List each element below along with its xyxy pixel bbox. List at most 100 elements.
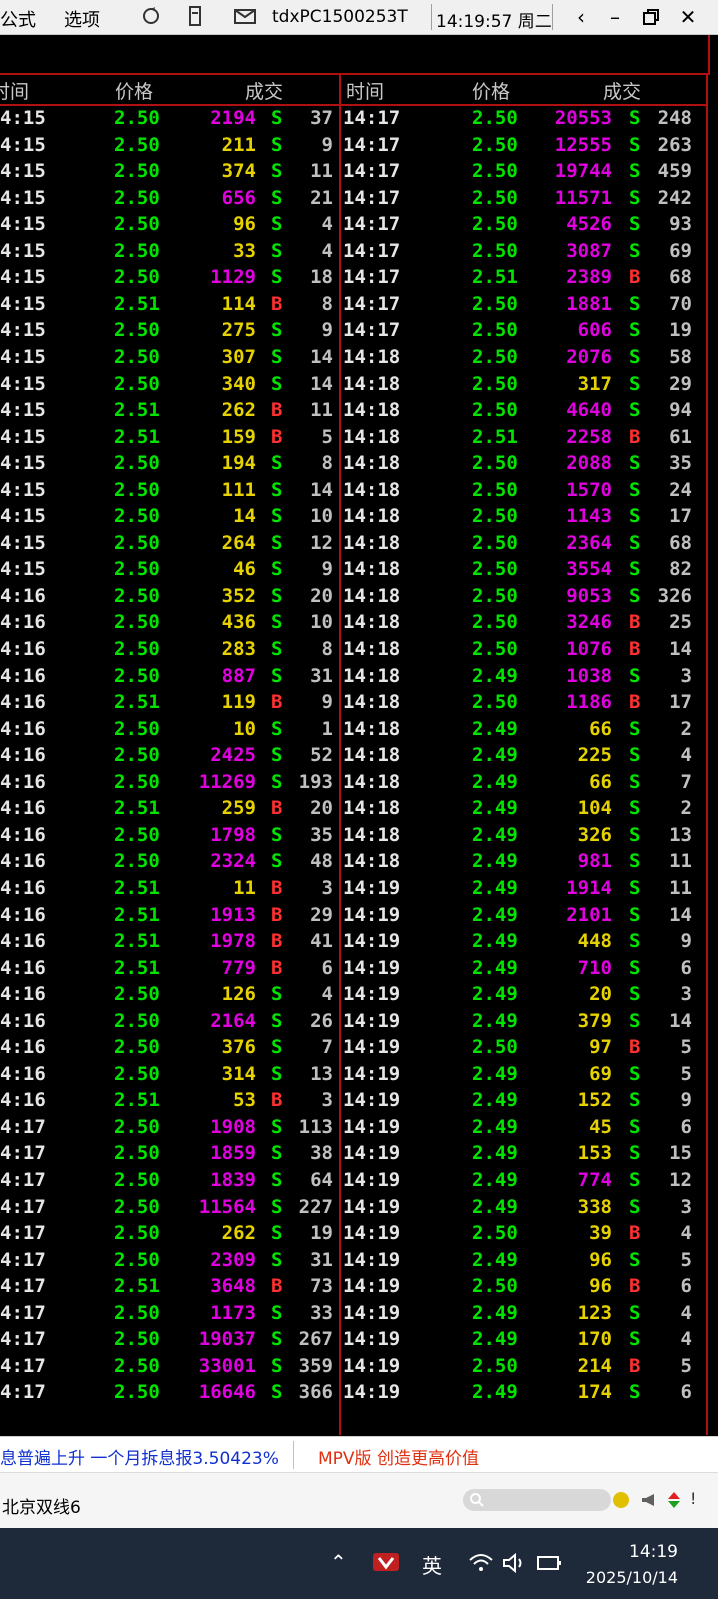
ticker-news-text[interactable]: 息普遍上升 一个月拆息报3.50423% [0, 1444, 279, 1469]
app-tray-icon[interactable] [372, 1550, 400, 1574]
megaphone-icon[interactable] [640, 1491, 658, 1509]
table-row[interactable]: 4:15 2.50 374 S 11 [0, 160, 338, 187]
table-row[interactable]: 14:18 2.50 1570 S 24 [341, 479, 697, 506]
table-row[interactable]: 14:19 2.50 96 B 6 [341, 1275, 697, 1302]
more-icon[interactable]: ! [690, 1489, 696, 1508]
table-row[interactable]: 14:19 2.49 152 S 9 [341, 1089, 697, 1116]
table-row[interactable]: 14:19 2.49 96 S 5 [341, 1249, 697, 1276]
close-icon[interactable]: ✕ [673, 4, 703, 30]
table-row[interactable]: 4:17 2.50 1839 S 64 [0, 1169, 338, 1196]
table-row[interactable]: 4:15 2.50 111 S 14 [0, 479, 338, 506]
table-row[interactable]: 14:19 2.49 153 S 15 [341, 1142, 697, 1169]
table-row[interactable]: 14:18 2.50 3246 B 25 [341, 611, 697, 638]
server-label[interactable]: 北京双线6 [2, 1493, 81, 1518]
volume-icon[interactable] [502, 1552, 528, 1574]
minimize-icon[interactable]: – [600, 4, 630, 30]
menu-formula[interactable]: 公式 [0, 6, 36, 32]
table-row[interactable]: 4:17 2.50 16646 S 366 [0, 1381, 338, 1408]
table-row[interactable]: 4:17 2.50 262 S 19 [0, 1222, 338, 1249]
table-row[interactable]: 4:16 2.50 2164 S 26 [0, 1010, 338, 1037]
table-row[interactable]: 4:17 2.50 1173 S 33 [0, 1302, 338, 1329]
table-row[interactable]: 4:15 2.50 96 S 4 [0, 213, 338, 240]
taskbar-date[interactable]: 2025/10/14 [586, 1568, 678, 1587]
table-row[interactable]: 4:17 2.50 2309 S 31 [0, 1249, 338, 1276]
table-row[interactable]: 4:16 2.51 779 B 6 [0, 957, 338, 984]
table-row[interactable]: 14:18 2.49 66 S 7 [341, 771, 697, 798]
calculator-icon[interactable] [184, 5, 206, 27]
table-row[interactable]: 4:16 2.50 283 S 8 [0, 638, 338, 665]
table-row[interactable]: 14:18 2.50 2076 S 58 [341, 346, 697, 373]
rise-fall-icon[interactable] [666, 1491, 682, 1509]
search-input[interactable] [463, 1489, 611, 1511]
table-row[interactable]: 4:16 2.51 1978 B 41 [0, 930, 338, 957]
table-row[interactable]: 4:15 2.51 114 B 8 [0, 293, 338, 320]
table-row[interactable]: 14:19 2.49 20 S 3 [341, 983, 697, 1010]
table-row[interactable]: 4:16 2.51 259 B 20 [0, 797, 338, 824]
table-row[interactable]: 14:19 2.49 1914 S 11 [341, 877, 697, 904]
table-row[interactable]: 14:19 2.49 2101 S 14 [341, 904, 697, 931]
menu-options[interactable]: 选项 [64, 6, 100, 32]
table-row[interactable]: 14:18 2.49 225 S 4 [341, 744, 697, 771]
table-row[interactable]: 4:16 2.51 11 B 3 [0, 877, 338, 904]
table-row[interactable]: 14:18 2.50 1143 S 17 [341, 505, 697, 532]
table-row[interactable]: 14:19 2.49 338 S 3 [341, 1196, 697, 1223]
table-row[interactable]: 14:19 2.49 174 S 6 [341, 1381, 697, 1408]
table-row[interactable]: 14:17 2.50 11571 S 242 [341, 187, 697, 214]
table-row[interactable]: 14:18 2.50 2364 S 68 [341, 532, 697, 559]
table-row[interactable]: 4:15 2.50 46 S 9 [0, 558, 338, 585]
table-row[interactable]: 14:17 2.50 3087 S 69 [341, 240, 697, 267]
table-row[interactable]: 4:17 2.50 19037 S 267 [0, 1328, 338, 1355]
table-row[interactable]: 4:15 2.50 275 S 9 [0, 319, 338, 346]
battery-icon[interactable] [536, 1552, 564, 1574]
back-icon[interactable]: ‹ [566, 4, 596, 30]
taskbar-time[interactable]: 14:19 [629, 1542, 678, 1562]
table-row[interactable]: 14:19 2.49 69 S 5 [341, 1063, 697, 1090]
restore-icon[interactable] [636, 4, 666, 30]
coin-icon[interactable] [612, 1491, 630, 1509]
sync-icon[interactable] [140, 5, 162, 27]
table-row[interactable]: 4:16 2.50 436 S 10 [0, 611, 338, 638]
table-row[interactable]: 4:15 2.51 159 B 5 [0, 426, 338, 453]
table-row[interactable]: 14:18 2.49 66 S 2 [341, 718, 697, 745]
table-row[interactable]: 14:17 2.51 2389 B 68 [341, 266, 697, 293]
table-row[interactable]: 4:16 2.50 10 S 1 [0, 718, 338, 745]
table-row[interactable]: 4:16 2.50 11269 S 193 [0, 771, 338, 798]
table-row[interactable]: 4:15 2.50 307 S 14 [0, 346, 338, 373]
table-row[interactable]: 14:18 2.50 1186 B 17 [341, 691, 697, 718]
table-row[interactable]: 4:15 2.50 340 S 14 [0, 373, 338, 400]
table-row[interactable]: 4:15 2.50 194 S 8 [0, 452, 338, 479]
table-row[interactable]: 14:18 2.50 1076 B 14 [341, 638, 697, 665]
chevron-up-icon[interactable]: ⌃ [330, 1550, 347, 1574]
news-ticker[interactable]: 息普遍上升 一个月拆息报3.50423% MPV版 创造更高价值 [0, 1436, 718, 1473]
table-row[interactable]: 14:19 2.50 214 B 5 [341, 1355, 697, 1382]
table-row[interactable]: 4:17 2.50 1859 S 38 [0, 1142, 338, 1169]
table-row[interactable]: 4:15 2.50 656 S 21 [0, 187, 338, 214]
table-row[interactable]: 4:17 2.50 1908 S 113 [0, 1116, 338, 1143]
table-row[interactable]: 4:16 2.50 1798 S 35 [0, 824, 338, 851]
table-row[interactable]: 14:18 2.49 1038 S 3 [341, 665, 697, 692]
mail-icon[interactable] [233, 5, 256, 27]
table-row[interactable]: 4:17 2.51 3648 B 73 [0, 1275, 338, 1302]
table-row[interactable]: 4:15 2.50 211 S 9 [0, 134, 338, 161]
table-row[interactable]: 4:16 2.50 2324 S 48 [0, 850, 338, 877]
table-row[interactable]: 4:16 2.51 119 B 9 [0, 691, 338, 718]
table-row[interactable]: 14:19 2.49 774 S 12 [341, 1169, 697, 1196]
table-row[interactable]: 4:16 2.50 126 S 4 [0, 983, 338, 1010]
table-row[interactable]: 4:16 2.50 352 S 20 [0, 585, 338, 612]
table-row[interactable]: 14:19 2.49 710 S 6 [341, 957, 697, 984]
table-row[interactable]: 14:18 2.51 2258 B 61 [341, 426, 697, 453]
table-row[interactable]: 14:18 2.49 981 S 11 [341, 850, 697, 877]
table-row[interactable]: 4:16 2.50 887 S 31 [0, 665, 338, 692]
table-row[interactable]: 14:19 2.49 170 S 4 [341, 1328, 697, 1355]
table-row[interactable]: 14:18 2.50 9053 S 326 [341, 585, 697, 612]
table-row[interactable]: 4:16 2.51 1913 B 29 [0, 904, 338, 931]
table-row[interactable]: 14:18 2.50 3554 S 82 [341, 558, 697, 585]
table-row[interactable]: 14:17 2.50 4526 S 93 [341, 213, 697, 240]
table-row[interactable]: 4:15 2.50 33 S 4 [0, 240, 338, 267]
table-row[interactable]: 4:16 2.50 2425 S 52 [0, 744, 338, 771]
ime-indicator[interactable]: 英 [422, 1550, 442, 1579]
table-row[interactable]: 14:19 2.49 45 S 6 [341, 1116, 697, 1143]
table-row[interactable]: 14:18 2.49 326 S 13 [341, 824, 697, 851]
table-row[interactable]: 14:17 2.50 1881 S 70 [341, 293, 697, 320]
table-row[interactable]: 4:17 2.50 33001 S 359 [0, 1355, 338, 1382]
